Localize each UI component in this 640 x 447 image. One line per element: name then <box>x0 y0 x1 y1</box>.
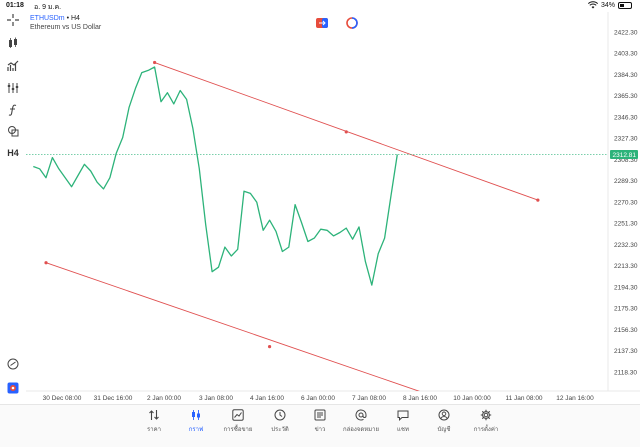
price-tick-label: 2327.30 <box>614 136 638 143</box>
symbol-info[interactable]: ETHUSDm • H4 Ethereum vs US Dollar <box>30 14 101 32</box>
tab-mailbox[interactable]: กล่องจดหมาย <box>341 409 381 434</box>
time-tick-label: 6 Jan 00:00 <box>301 395 335 402</box>
price-tick-label: 2194.30 <box>614 284 638 291</box>
wifi-icon <box>587 1 598 9</box>
tab-label: ข่าว <box>314 427 326 433</box>
drawing-tools-icon <box>7 358 19 370</box>
time-tick-label: 7 Jan 08:00 <box>352 395 386 402</box>
time-tick-label: 31 Dec 16:00 <box>94 395 133 402</box>
tab-chat[interactable]: แชท <box>383 409 423 434</box>
status-right: 34% <box>587 1 632 9</box>
time-tick-label: 30 Dec 08:00 <box>43 395 82 402</box>
time-tick-label: 4 Jan 16:00 <box>250 395 284 402</box>
tab-history[interactable]: ประวัติ <box>260 409 300 434</box>
channel-upper-anchor-1 <box>344 130 348 134</box>
tab-label: การซื้อขาย <box>223 427 253 433</box>
price-tick-label: 2232.30 <box>614 242 638 249</box>
tab-account[interactable]: บัญชี <box>424 409 464 434</box>
chart-settings-icon <box>7 382 19 394</box>
tab-label: ราคา <box>147 427 161 433</box>
tab-label: กล่องจดหมาย <box>342 427 380 433</box>
shapes-icon <box>8 126 19 137</box>
objects-icon <box>7 83 19 93</box>
price-tick-label: 2403.30 <box>614 51 638 58</box>
chat-icon <box>397 410 409 421</box>
crosshair-icon <box>7 14 19 26</box>
settings-icon <box>480 409 492 421</box>
time-tick-label: 12 Jan 16:00 <box>556 395 594 402</box>
shapes-tool[interactable] <box>4 123 22 139</box>
left-toolbar: H4 <box>0 12 26 402</box>
indicators-icon <box>7 60 19 71</box>
indicators-tool[interactable] <box>4 58 22 74</box>
current-price-label: 2312.81 <box>613 152 637 159</box>
trade-panel-icon <box>316 18 328 28</box>
objects-tool[interactable] <box>4 80 22 96</box>
tab-label: กราฟ <box>188 427 204 433</box>
one-click-trading-button[interactable] <box>346 17 358 29</box>
time-tick-label: 11 Jan 08:00 <box>505 395 542 402</box>
price-tick-label: 2156.30 <box>614 327 638 334</box>
price-series-line <box>33 66 398 286</box>
price-chart[interactable]: 2422.30 2403.30 2384.30 2365.30 2346.30 2327.… <box>0 12 640 404</box>
time-tick-label: 10 Jan 00:00 <box>453 395 491 402</box>
tab-label: บัญชี <box>437 427 451 433</box>
chart-top-buttons <box>316 17 358 29</box>
quotes-icon <box>149 410 159 420</box>
bottom-tab-bar: ราคา กราฟ การซื้อขาย ประวัติ ข่าว กล่องจ… <box>0 404 640 447</box>
chart-settings-button[interactable] <box>4 380 22 396</box>
price-tick-label: 2251.30 <box>614 221 638 228</box>
tab-label: ประวัติ <box>271 427 289 433</box>
status-bar: 01:18 อ. 9 ม.ค. 34% <box>0 0 640 12</box>
price-tick-label: 2384.30 <box>614 72 638 79</box>
battery-percent: 34% <box>600 1 615 9</box>
price-tick-label: 2346.30 <box>614 114 638 121</box>
cursor-tool[interactable] <box>4 35 22 51</box>
price-tick-label: 2213.30 <box>614 263 638 270</box>
function-icon <box>8 104 17 116</box>
channel-lower-anchor-1 <box>267 345 272 349</box>
tab-label: การตั้งค่า <box>473 427 499 433</box>
function-tool[interactable] <box>4 102 22 118</box>
battery-icon <box>618 1 632 9</box>
price-tick-label: 2365.30 <box>614 93 638 100</box>
channel-upper-anchor-0 <box>153 60 157 65</box>
time-tick-label: 8 Jan 16:00 <box>403 395 437 402</box>
trade-panel-button[interactable] <box>316 18 328 28</box>
channel-lower-anchor-0 <box>44 261 48 265</box>
mailbox-icon <box>355 409 367 421</box>
symbol-ticker: ETHUSDm <box>30 15 65 22</box>
drawing-tools-button[interactable] <box>4 356 22 372</box>
time-tick-label: 2 Jan 00:00 <box>147 395 181 402</box>
timeframe-button[interactable]: H4 <box>4 145 22 161</box>
one-click-icon <box>346 17 358 29</box>
tab-quotes[interactable]: ราคา <box>134 409 174 434</box>
tab-chart[interactable]: กราฟ <box>176 409 216 434</box>
time-tick-label: 3 Jan 08:00 <box>199 395 233 402</box>
price-tick-label: 2289.30 <box>614 178 638 185</box>
history-icon <box>274 409 286 421</box>
tab-trade[interactable]: การซื้อขาย <box>218 409 258 434</box>
crosshair-tool[interactable] <box>4 12 22 28</box>
price-tick-label: 2118.30 <box>614 369 637 376</box>
trade-icon <box>232 409 244 421</box>
news-icon <box>314 409 326 421</box>
symbol-description: Ethereum vs US Dollar <box>30 24 102 31</box>
status-time: 01:18 <box>6 2 24 9</box>
price-tick-label: 2137.30 <box>614 348 638 355</box>
chart-icon <box>192 410 200 420</box>
tab-label: แชท <box>397 427 409 433</box>
price-tick-label: 2270.30 <box>614 199 638 206</box>
channel-upper-anchor-2 <box>536 198 540 202</box>
symbol-timeframe: H4 <box>70 15 80 22</box>
price-tick-label: 2175.30 <box>614 306 638 313</box>
cursor-icon <box>9 37 17 48</box>
tab-settings[interactable]: การตั้งค่า <box>466 409 506 434</box>
tab-news[interactable]: ข่าว <box>300 409 340 434</box>
price-tick-label: 2422.30 <box>614 29 638 36</box>
account-icon <box>438 409 450 421</box>
